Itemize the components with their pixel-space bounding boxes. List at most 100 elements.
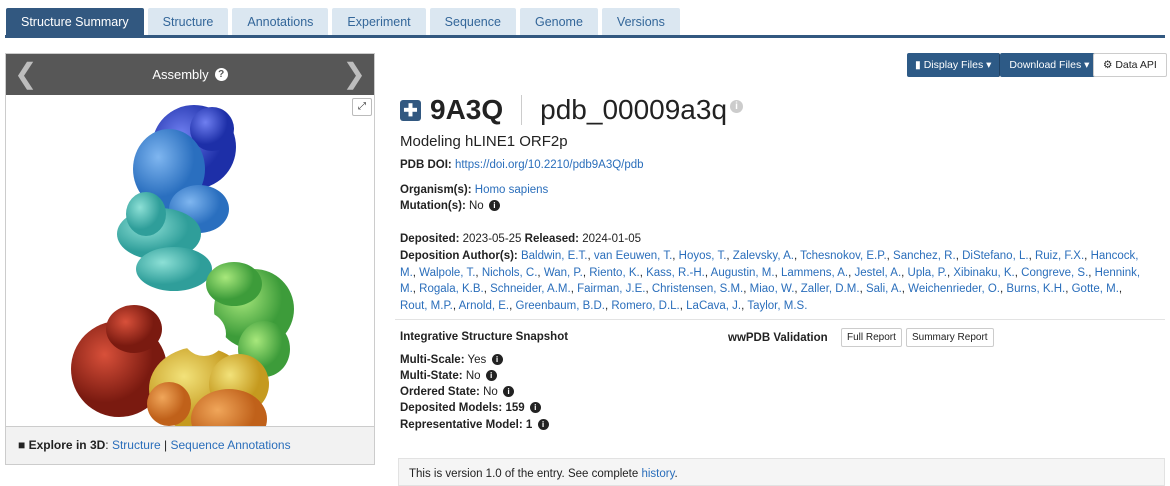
- multiscale-line: Multi-Scale: Yes i: [400, 354, 503, 366]
- ordered-state-label: Ordered State:: [400, 386, 480, 398]
- author-link[interactable]: Ruiz, F.X.: [1035, 250, 1084, 262]
- explore-sequence-annotations-link[interactable]: Sequence Annotations: [170, 438, 290, 452]
- title-divider: [521, 95, 523, 125]
- author-link[interactable]: Arnold, E.: [459, 300, 510, 312]
- caret-down-icon: ▾: [1084, 59, 1090, 71]
- viewer-title: Assembly: [152, 67, 209, 82]
- representative-model-line: Representative Model: 1 i: [400, 419, 549, 431]
- multiscale-label: Multi-Scale:: [400, 354, 465, 366]
- author-link[interactable]: Lammens, A.: [781, 267, 848, 279]
- file-button-group: ▮ Display Files ▾ Download Files ▾: [907, 53, 1099, 77]
- explore-colon: :: [105, 438, 109, 452]
- entry-description: Modeling hLINE1 ORF2p: [400, 133, 568, 150]
- tab-experiment[interactable]: Experiment: [332, 8, 426, 36]
- download-files-label: Download Files: [1009, 59, 1082, 71]
- tab-structure[interactable]: Structure: [147, 8, 229, 36]
- author-link[interactable]: Riento, K.: [589, 267, 640, 279]
- released-date: 2024-01-05: [582, 233, 642, 245]
- explore-structure-link[interactable]: Structure: [112, 438, 161, 452]
- question-icon[interactable]: ?: [214, 68, 228, 81]
- author-link[interactable]: Burns, K.H.: [1006, 283, 1065, 295]
- tab-versions[interactable]: Versions: [601, 8, 680, 36]
- tab-structure-summary[interactable]: Structure Summary: [6, 8, 144, 36]
- deposited-label: Deposited:: [400, 233, 460, 245]
- version-text: This is version 1.0 of the entry. See co…: [409, 468, 642, 480]
- version-note: This is version 1.0 of the entry. See co…: [398, 458, 1165, 486]
- author-link[interactable]: Sali, A.: [866, 283, 902, 295]
- author-link[interactable]: Nichols, C.: [482, 267, 538, 279]
- author-link[interactable]: Zaller, D.M.: [801, 283, 860, 295]
- deposited-models-value: 159: [505, 402, 525, 414]
- tab-annotations[interactable]: Annotations: [232, 8, 329, 36]
- author-link[interactable]: Wan, P.: [544, 267, 583, 279]
- tab-sequence[interactable]: Sequence: [429, 8, 516, 36]
- organism-label: Organism(s):: [400, 184, 472, 196]
- author-link[interactable]: Rout, M.P.: [400, 300, 453, 312]
- author-link[interactable]: Augustin, M.: [711, 267, 775, 279]
- info-icon[interactable]: i: [537, 419, 549, 430]
- organism-line: Organism(s): Homo sapiens: [400, 184, 548, 196]
- data-api-label: Data API: [1115, 59, 1157, 71]
- author-link[interactable]: Jestel, A.: [854, 267, 901, 279]
- organism-link[interactable]: Homo sapiens: [475, 184, 549, 196]
- author-link[interactable]: Rogala, K.B.: [419, 283, 484, 295]
- author-link[interactable]: Xibinaku, K.: [953, 267, 1014, 279]
- validation-heading: wwPDB Validation: [728, 332, 828, 344]
- info-icon[interactable]: i: [488, 200, 500, 211]
- author-link[interactable]: DiStefano, L.: [962, 250, 1028, 262]
- author-link[interactable]: Sanchez, R.: [893, 250, 956, 262]
- author-link[interactable]: Zalevsky, A.: [733, 250, 794, 262]
- summary-report-button[interactable]: Summary Report: [906, 328, 994, 347]
- author-link[interactable]: Congreve, S.: [1021, 267, 1088, 279]
- display-files-label: Display Files: [923, 59, 984, 71]
- molecule-3d-image[interactable]: [64, 99, 314, 459]
- tab-genome[interactable]: Genome: [519, 8, 598, 36]
- data-api-button[interactable]: ⚙ Data API: [1093, 53, 1167, 77]
- cube-icon: ■: [18, 438, 26, 452]
- author-link[interactable]: LaCava, J.: [686, 300, 741, 312]
- author-link[interactable]: Baldwin, E.T.: [521, 250, 587, 262]
- history-link[interactable]: history: [641, 468, 674, 480]
- author-link[interactable]: Hoyos, T.: [679, 250, 727, 262]
- info-icon[interactable]: i: [503, 386, 514, 397]
- explore-label: Explore in 3D: [28, 438, 106, 452]
- full-report-button[interactable]: Full Report: [841, 328, 902, 347]
- author-link[interactable]: Romero, D.L.: [611, 300, 679, 312]
- multiscale-value: Yes: [467, 354, 487, 366]
- expand-icon[interactable]: ⤢: [352, 98, 372, 116]
- display-files-button[interactable]: ▮ Display Files ▾: [907, 53, 1001, 77]
- assembly-viewer-panel: ❮ Assembly ? ❯ ⤢ ■ Explore in 3D: Struct…: [5, 53, 375, 465]
- author-link[interactable]: Fairman, J.E.: [577, 283, 645, 295]
- deposited-models-label: Deposited Models:: [400, 402, 503, 414]
- author-link[interactable]: Upla, P.: [908, 267, 947, 279]
- info-icon[interactable]: i: [485, 370, 497, 381]
- next-arrow-icon[interactable]: ❯: [343, 60, 366, 88]
- author-link[interactable]: Weichenrieder, O.: [908, 283, 1000, 295]
- author-link[interactable]: Tchesnokov, E.P.: [800, 250, 887, 262]
- doi-label: PDB DOI:: [400, 159, 452, 171]
- previous-arrow-icon[interactable]: ❮: [14, 60, 37, 88]
- author-link[interactable]: van Eeuwen, T.: [594, 250, 672, 262]
- author-link[interactable]: Taylor, M.S.: [747, 300, 807, 312]
- file-icon: ▮: [915, 59, 921, 71]
- info-icon[interactable]: i: [491, 354, 503, 365]
- author-link[interactable]: Kass, R.-H.: [646, 267, 705, 279]
- divider: [395, 319, 1165, 320]
- author-link[interactable]: Schneider, A.M.: [490, 283, 571, 295]
- released-label: Released:: [524, 233, 579, 245]
- doi-link[interactable]: https://doi.org/10.2210/pdb9A3Q/pdb: [455, 159, 644, 171]
- author-link[interactable]: Gotte, M.: [1072, 283, 1119, 295]
- info-icon[interactable]: i: [730, 100, 744, 113]
- author-link[interactable]: Greenbaum, B.D.: [516, 300, 605, 312]
- author-link[interactable]: Walpole, T.: [419, 267, 475, 279]
- mutation-line: Mutation(s): No i: [400, 200, 500, 212]
- representative-model-label: Representative Model:: [400, 419, 523, 431]
- download-files-button[interactable]: Download Files ▾: [1000, 53, 1099, 77]
- doi-line: PDB DOI: https://doi.org/10.2210/pdb9A3Q…: [400, 159, 644, 171]
- entry-extended-id: pdb_00009a3q: [540, 94, 728, 125]
- info-icon[interactable]: i: [529, 402, 541, 413]
- author-link[interactable]: Miao, W.: [750, 283, 795, 295]
- author-link[interactable]: Christensen, S.M.: [652, 283, 743, 295]
- dates-line: Deposited: 2023-05-25 Released: 2024-01-…: [400, 233, 641, 245]
- mutation-value: No: [469, 200, 484, 212]
